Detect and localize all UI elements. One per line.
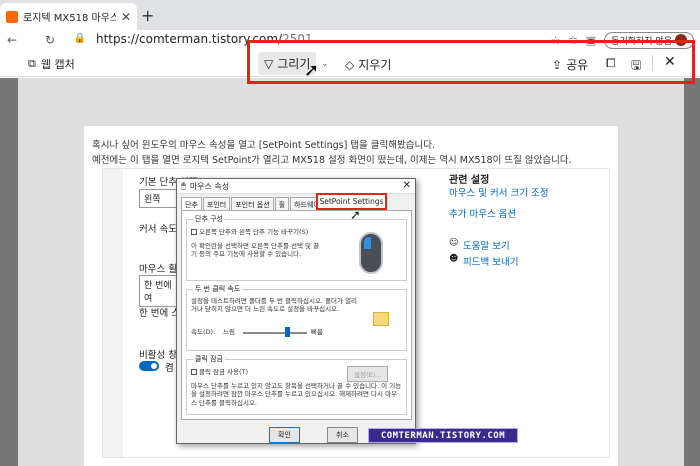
tab-close-icon[interactable]: ✕ [121, 10, 131, 24]
double-click-desc: 설정을 테스트하려면 폴더를 두 번 클릭하십시오. 폴더가 열리거나 닫히지 … [191, 297, 358, 314]
slow-label: 느림 [223, 328, 235, 336]
web-capture-icon: ⧉ [28, 57, 36, 70]
cursor-arrow-icon: ➚ [350, 208, 361, 223]
speed-label: 속도(D): [191, 328, 216, 336]
settings-sidebar [103, 169, 123, 457]
double-click-label: 두 번 클릭 속도 [193, 284, 243, 294]
back-icon[interactable]: ← [2, 33, 22, 47]
switch-buttons-checkbox: 오른쪽 단추와 왼쪽 단추 기능 바꾸기(S) [191, 228, 308, 236]
wheel-select: 한 번에 여 [139, 275, 179, 307]
ok-button: 확인 [269, 427, 300, 443]
new-tab-button[interactable]: + [141, 6, 154, 25]
switch-buttons-label: 오른쪽 단추와 왼쪽 단추 기능 바꾸기(S) [199, 228, 309, 236]
primary-button-select: 왼쪽 [139, 189, 179, 208]
watermark: COMTERMAN.TISTORY.COM [368, 428, 518, 443]
click-lock-enable-label: 클릭 잠금 사용(T) [199, 368, 249, 376]
related-settings-title: 관련 설정 [449, 175, 490, 186]
test-folder-icon [373, 312, 389, 326]
get-help-link: 도움말 보기 [463, 241, 510, 252]
mouse-properties-dialog: 🖱 마우스 속성 ✕ 단추 포인터 포인터 옵션 휠 하드웨어 단추 구성 오른… [176, 178, 416, 444]
double-click-group: 두 번 클릭 속도 설정을 테스트하려면 폴더를 두 번 클릭하십시오. 폴더가… [186, 284, 407, 351]
fast-label: 빠름 [311, 328, 323, 336]
dialog-close-icon: ✕ [402, 180, 411, 191]
switch-buttons-desc: 이 확인란을 선택하면 오른쪽 단추를 선택 및 끌기 등의 주요 기능에 사용… [191, 242, 320, 259]
dialog-titlebar: 🖱 마우스 속성 ✕ [177, 179, 415, 194]
web-capture-label: 웹 캡처 [40, 58, 75, 71]
lock-icon[interactable]: 🔒 [70, 33, 90, 44]
cursor-speed-label: 커서 속도 [139, 224, 177, 235]
feedback-link: 피드백 보내기 [463, 257, 519, 268]
refresh-icon[interactable]: ↻ [40, 33, 60, 47]
click-lock-settings-button: 설정(E)... [347, 366, 389, 382]
click-lock-group: 클릭 잠금 클릭 잠금 사용(T) 설정(E)... 마우스 단추를 누르고 있… [186, 354, 407, 415]
speed-slider-track [243, 332, 307, 334]
blog-text-line: 혹시나 싶어 윈도우의 마우스 속성을 열고 [SetPoint Setting… [92, 140, 436, 151]
feedback-icon: ☻ [449, 254, 459, 264]
inactive-scroll-toggle [139, 361, 159, 371]
tab-strip: 로지텍 MX518 마우스 설정 프로 ✕ + [0, 0, 700, 30]
toggle-state: 켬 [165, 363, 174, 374]
speed-slider-thumb [285, 327, 290, 337]
click-lock-desc: 마우스 단추를 누르고 있지 않고도 항목을 선택하거나 끌 수 있습니다. 이… [191, 382, 402, 407]
mouse-cursor-size-link: 마우스 및 커서 크기 조정 [449, 188, 549, 199]
checkbox-icon [191, 369, 197, 375]
mouse-image [359, 232, 383, 274]
click-lock-checkbox: 클릭 잠금 사용(T) [191, 368, 248, 376]
cancel-button: 취소 [327, 427, 358, 443]
browser-tab[interactable]: 로지텍 MX518 마우스 설정 프로 ✕ [0, 3, 137, 30]
button-config-label: 단추 구성 [193, 214, 225, 224]
checkbox-icon [191, 229, 197, 235]
dialog-title: 마우스 속성 [189, 181, 230, 191]
button-config-group: 단추 구성 오른쪽 단추와 왼쪽 단추 기능 바꾸기(S) 이 확인란을 선택하… [186, 214, 407, 281]
blog-text-line: 예전에는 이 탭을 열면 로지텍 SetPoint가 열리고 MX518 설정 … [92, 155, 572, 166]
help-icon: ☺ [449, 238, 459, 248]
mouse-cursor-icon: ➚ [304, 60, 320, 81]
mouse-icon: 🖱 [181, 181, 186, 190]
tab-title: 로지텍 MX518 마우스 설정 프로 [23, 13, 116, 24]
dialog-body: 단추 구성 오른쪽 단추와 왼쪽 단추 기능 바꾸기(S) 이 확인란을 선택하… [181, 210, 412, 420]
favicon-icon [6, 10, 18, 23]
click-lock-label: 클릭 잠금 [193, 354, 225, 364]
additional-mouse-options-link: 추가 마우스 옵션 [449, 209, 517, 220]
web-capture-title: ⧉ 웹 캡처 [28, 56, 75, 72]
